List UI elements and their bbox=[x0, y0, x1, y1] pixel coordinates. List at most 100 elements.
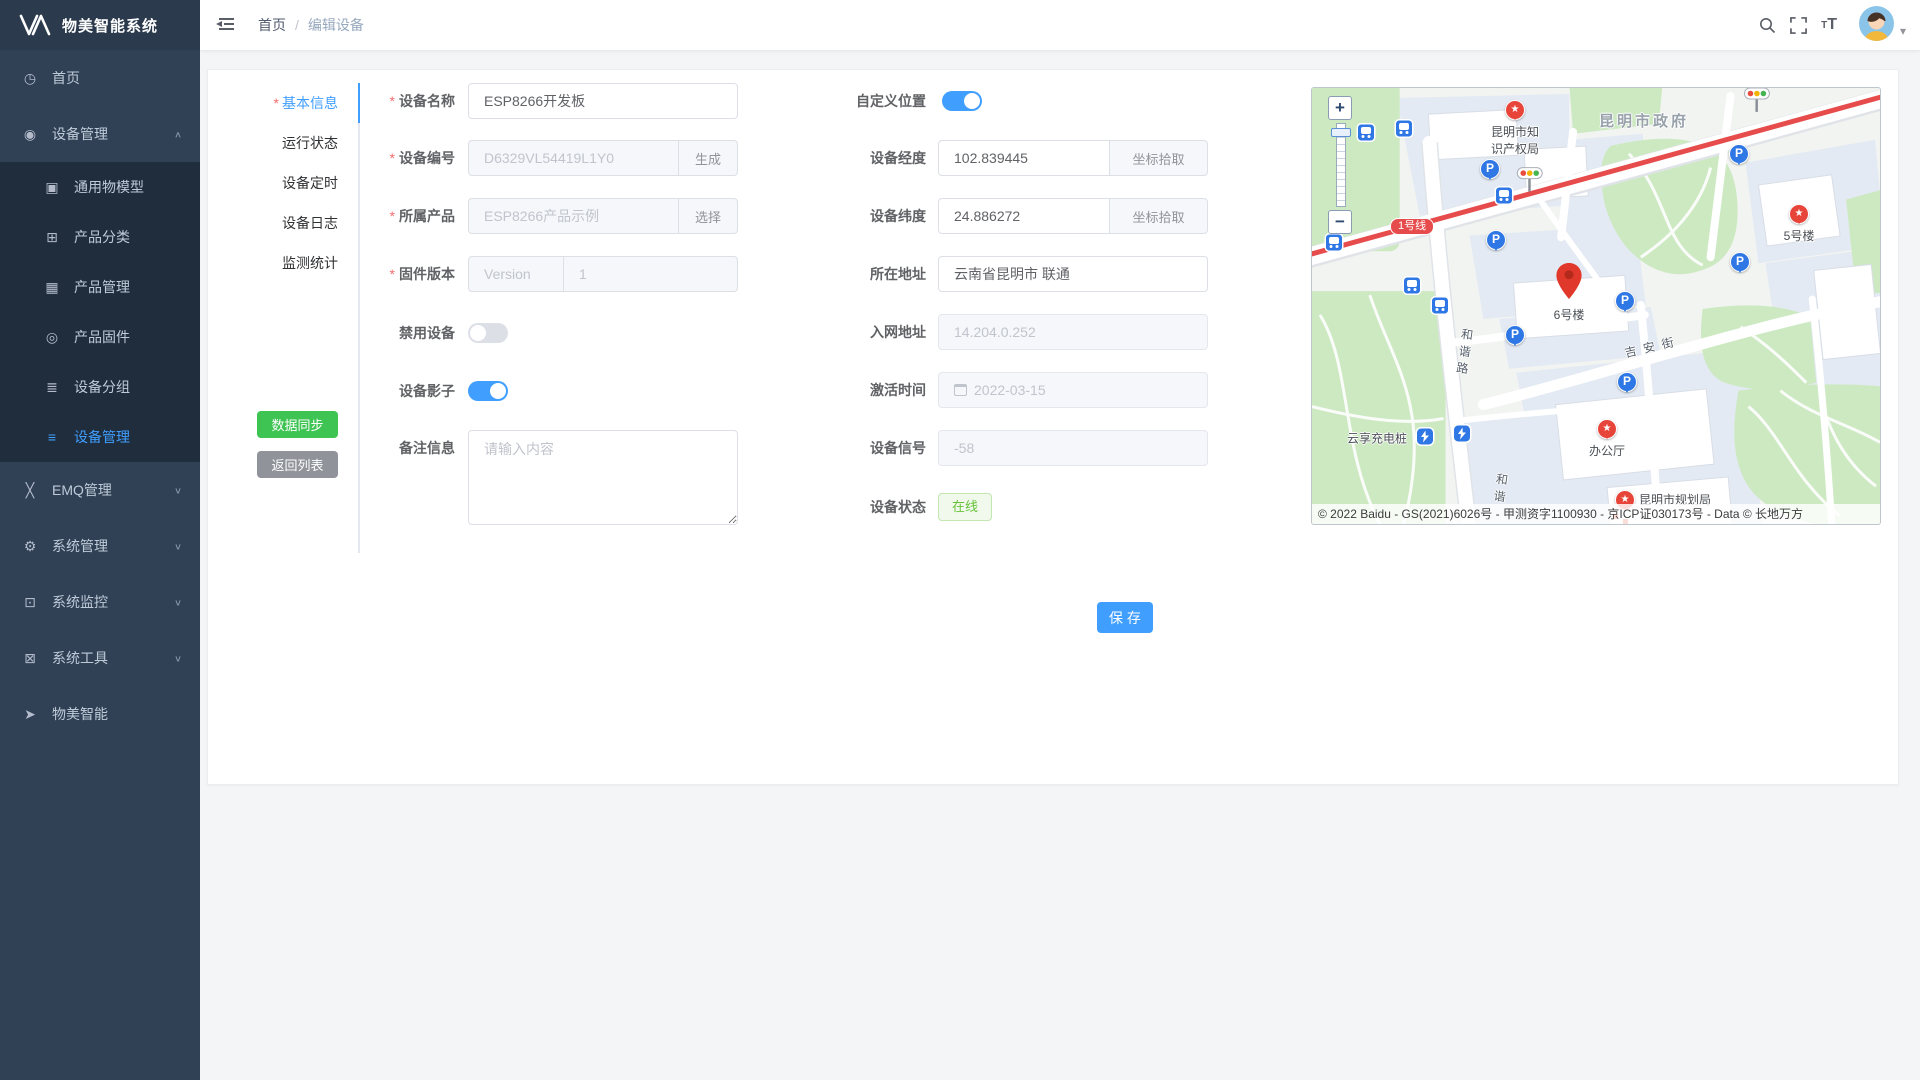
fullscreen-icon[interactable] bbox=[1790, 17, 1807, 34]
zoom-out-button[interactable]: − bbox=[1328, 210, 1352, 234]
latitude-input[interactable]: 24.886272 bbox=[938, 198, 1109, 234]
map-poi-label: 5号楼 bbox=[1784, 227, 1815, 244]
zoom-slider[interactable] bbox=[1336, 123, 1346, 207]
home-icon: ◷ bbox=[22, 70, 38, 87]
active-time-label: 激活时间 bbox=[766, 372, 926, 408]
remark-textarea[interactable] bbox=[468, 430, 738, 525]
device-no-group: D6329VL54419L1Y0 生成 bbox=[468, 140, 738, 176]
edit-device-panel: *基本信息运行状态设备定时设备日志监测统计 数据同步 返回列表 *设备名称 *设… bbox=[207, 69, 1899, 785]
chevron-up-icon: ∧ bbox=[174, 129, 182, 139]
device-status-label: 设备状态 bbox=[766, 489, 926, 525]
breadcrumb-separator: / bbox=[295, 17, 299, 33]
charging-station-icon bbox=[1453, 424, 1472, 446]
custom-location-switch[interactable] bbox=[942, 91, 982, 111]
address-label: 所在地址 bbox=[766, 256, 926, 292]
device-mgmt-group-icon: ◉ bbox=[22, 126, 38, 143]
sidebar-item-device-mgmt[interactable]: ≡设备管理 bbox=[0, 412, 200, 462]
parking-icon: P bbox=[1729, 144, 1749, 164]
latitude-group: 24.886272 坐标拾取 bbox=[938, 198, 1208, 234]
sidebar-item-thing-model[interactable]: ▣通用物模型 bbox=[0, 162, 200, 212]
device-shadow-switch[interactable] bbox=[468, 381, 508, 401]
sidebar-item-emq-mgmt[interactable]: ╳EMQ管理∨ bbox=[0, 462, 200, 518]
generate-button[interactable]: 生成 bbox=[678, 140, 738, 176]
map-zoom-control: + − bbox=[1328, 96, 1354, 234]
rssi-label: 设备信号 bbox=[766, 430, 926, 466]
map-area-label: 昆明市政府 bbox=[1599, 110, 1689, 131]
disable-device-switch[interactable] bbox=[468, 323, 508, 343]
device-mgmt-icon: ≡ bbox=[44, 429, 60, 445]
product-label: *所属产品 bbox=[295, 198, 455, 234]
device-name-input[interactable] bbox=[468, 83, 738, 119]
breadcrumb: 首页 / 编辑设备 bbox=[258, 0, 364, 50]
app-logo: 物美智能系统 bbox=[0, 0, 200, 50]
device-location-pin bbox=[1556, 263, 1582, 302]
map-poi-label: 办公厅 bbox=[1589, 442, 1625, 459]
breadcrumb-home[interactable]: 首页 bbox=[258, 15, 286, 35]
pick-latitude-button[interactable]: 坐标拾取 bbox=[1109, 198, 1208, 234]
metro-station-icon bbox=[1495, 186, 1514, 208]
rssi-input bbox=[938, 430, 1208, 466]
zoom-in-button[interactable]: + bbox=[1328, 96, 1352, 120]
longitude-input[interactable]: 102.839445 bbox=[938, 140, 1109, 176]
save-button[interactable]: 保 存 bbox=[1097, 602, 1153, 633]
caret-down-icon[interactable]: ▾ bbox=[1900, 12, 1906, 38]
sidebar-item-system-mgmt[interactable]: ⚙系统管理∨ bbox=[0, 518, 200, 574]
firmware-prefix: Version bbox=[468, 256, 564, 292]
sidebar: 物美智能系统 ◷首页◉设备管理∧▣通用物模型⊞产品分类▦产品管理◎产品固件≣设备… bbox=[0, 0, 200, 1080]
poi-marker-icon: ★ bbox=[1789, 204, 1809, 224]
sidebar-item-wumei-smart[interactable]: ➤物美智能 bbox=[0, 686, 200, 742]
select-product-button[interactable]: 选择 bbox=[678, 198, 738, 234]
sidebar-item-product-category[interactable]: ⊞产品分类 bbox=[0, 212, 200, 262]
sidebar-menu: ◷首页◉设备管理∧▣通用物模型⊞产品分类▦产品管理◎产品固件≣设备分组≡设备管理… bbox=[0, 50, 200, 742]
zoom-slider-handle[interactable] bbox=[1331, 128, 1351, 137]
parking-icon: P bbox=[1730, 252, 1750, 272]
sidebar-item-product-mgmt[interactable]: ▦产品管理 bbox=[0, 262, 200, 312]
chevron-down-icon: ∨ bbox=[174, 653, 182, 663]
calendar-icon bbox=[954, 384, 967, 396]
metro-station-icon bbox=[1403, 276, 1422, 298]
map-attribution: © 2022 Baidu - GS(2021)6026号 - 甲测资字11009… bbox=[1312, 504, 1880, 524]
charging-station-label: 云享充电桩 bbox=[1347, 430, 1415, 447]
device-no-input: D6329VL54419L1Y0 bbox=[468, 140, 678, 176]
latitude-label: 设备纬度 bbox=[766, 198, 926, 234]
disable-device-label: 禁用设备 bbox=[295, 315, 455, 351]
baidu-map[interactable]: + − 1号线 ★昆明市知 识产权局★5号楼★办公厅★昆明市规划局6号楼昆明市政… bbox=[1311, 87, 1881, 525]
wumei-smart-icon: ➤ bbox=[22, 706, 38, 723]
collapse-menu-icon[interactable] bbox=[216, 15, 234, 36]
metro-station-icon bbox=[1431, 296, 1450, 318]
tabs-active-indicator bbox=[358, 83, 360, 123]
longitude-group: 102.839445 坐标拾取 bbox=[938, 140, 1208, 176]
device-no-label: *设备编号 bbox=[295, 140, 455, 176]
system-mgmt-icon: ⚙ bbox=[22, 538, 38, 555]
search-icon[interactable] bbox=[1759, 17, 1776, 34]
sidebar-item-device-mgmt-group[interactable]: ◉设备管理∧ bbox=[0, 106, 200, 162]
sidebar-item-product-firmware[interactable]: ◎产品固件 bbox=[0, 312, 200, 362]
sidebar-item-home[interactable]: ◷首页 bbox=[0, 50, 200, 106]
map-poi-label: 6号楼 bbox=[1554, 306, 1585, 323]
topbar: 首页 / 编辑设备 TT ▾ bbox=[200, 0, 1920, 50]
pick-longitude-button[interactable]: 坐标拾取 bbox=[1109, 140, 1208, 176]
sidebar-item-device-group[interactable]: ≣设备分组 bbox=[0, 362, 200, 412]
poi-marker-icon: ★ bbox=[1505, 100, 1525, 120]
metro-line-badge: 1号线 bbox=[1390, 218, 1434, 235]
parking-icon: P bbox=[1486, 230, 1506, 250]
sidebar-item-system-tools[interactable]: ⊠系统工具∨ bbox=[0, 630, 200, 686]
parking-icon: P bbox=[1617, 372, 1637, 392]
firmware-label: *固件版本 bbox=[295, 256, 455, 292]
product-group: ESP8266产品示例 选择 bbox=[468, 198, 738, 234]
product-category-icon: ⊞ bbox=[44, 229, 60, 246]
address-input[interactable] bbox=[938, 256, 1208, 292]
emq-mgmt-icon: ╳ bbox=[22, 482, 38, 499]
sidebar-item-system-monitor[interactable]: ⊡系统监控∨ bbox=[0, 574, 200, 630]
avatar[interactable] bbox=[1859, 6, 1894, 44]
product-input: ESP8266产品示例 bbox=[468, 198, 678, 234]
font-size-icon[interactable]: TT bbox=[1821, 16, 1837, 34]
ip-label: 入网地址 bbox=[766, 314, 926, 350]
chevron-down-icon: ∨ bbox=[174, 597, 182, 607]
active-time-input: 2022-03-15 bbox=[938, 372, 1208, 408]
system-tools-icon: ⊠ bbox=[22, 650, 38, 667]
poi-marker-icon: ★ bbox=[1597, 419, 1617, 439]
metro-station-icon bbox=[1357, 123, 1376, 145]
submenu-device-mgmt-group: ▣通用物模型⊞产品分类▦产品管理◎产品固件≣设备分组≡设备管理 bbox=[0, 162, 200, 462]
system-monitor-icon: ⊡ bbox=[22, 594, 38, 611]
